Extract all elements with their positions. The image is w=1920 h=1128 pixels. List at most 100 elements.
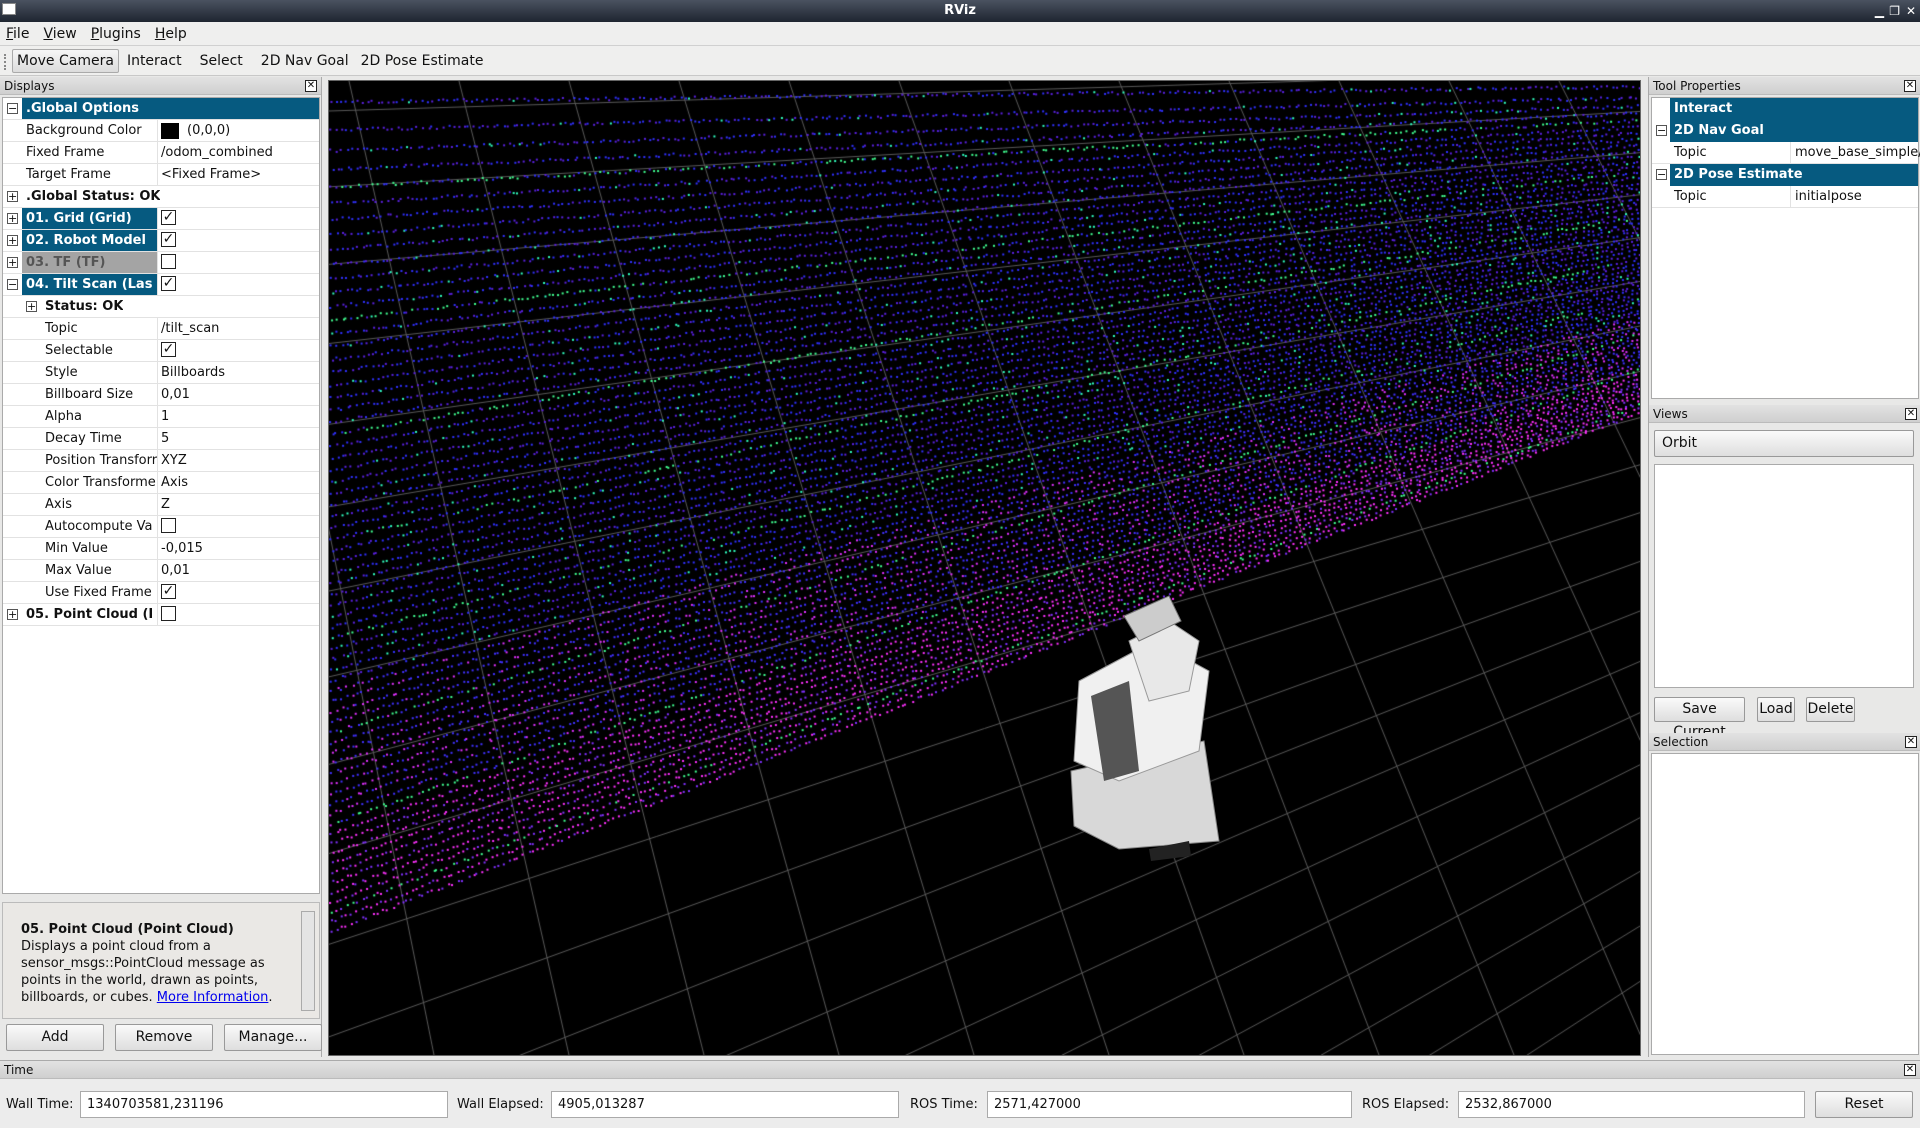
color-swatch[interactable]	[161, 123, 179, 139]
tool-row-nav-goal[interactable]: −2D Nav Goal	[1652, 120, 1918, 142]
collapse-icon[interactable]: −	[1656, 125, 1667, 136]
expand-icon[interactable]: +	[7, 191, 18, 202]
tree-row-property[interactable]: Use Fixed Frame ✓	[3, 582, 319, 604]
tool-2d-nav-goal[interactable]: 2D Nav Goal	[257, 50, 353, 72]
close-icon[interactable]: ✕	[1905, 408, 1917, 420]
wall-elapsed-field[interactable]: 4905,013287	[551, 1091, 899, 1118]
tree-row-grid[interactable]: +01. Grid (Grid) ✓	[3, 208, 319, 230]
tree-row-tilt-scan[interactable]: −04. Tilt Scan (Las ✓	[3, 274, 319, 296]
tree-row-property[interactable]: Autocompute Va	[3, 516, 319, 538]
property-value[interactable]: Axis	[157, 472, 320, 493]
fixed-frame-value[interactable]: /odom_combined	[157, 142, 320, 163]
close-icon[interactable]: ✕	[1904, 80, 1916, 92]
tree-row-property[interactable]: Max Value 0,01	[3, 560, 319, 582]
tree-row-property[interactable]: Min Value -0,015	[3, 538, 319, 560]
tree-row-fixed-frame[interactable]: Fixed Frame/odom_combined	[3, 142, 319, 164]
maximize-icon[interactable]: ❐	[1889, 0, 1900, 22]
tool-move-camera[interactable]: Move Camera	[12, 49, 119, 73]
collapse-icon[interactable]: −	[1656, 169, 1667, 180]
menu-view[interactable]: View	[43, 26, 76, 42]
tree-row-property[interactable]: Position Transforr XYZ	[3, 450, 319, 472]
close-icon[interactable]: ✕	[1906, 0, 1916, 22]
tool-2d-pose-estimate[interactable]: 2D Pose Estimate	[357, 50, 488, 72]
remove-button[interactable]: Remove	[115, 1024, 213, 1051]
tree-row-global-options[interactable]: − .Global Options	[3, 98, 319, 120]
tree-row-robot-model[interactable]: +02. Robot Model ✓	[3, 230, 319, 252]
tool-row-pose-estimate[interactable]: −2D Pose Estimate	[1652, 164, 1918, 186]
property-value[interactable]: 0,01	[157, 560, 320, 581]
target-frame-value[interactable]: <Fixed Frame>	[157, 164, 320, 185]
property-value[interactable]: Z	[157, 494, 320, 515]
nav-goal-topic-value[interactable]: move_base_simple/	[1790, 142, 1920, 164]
close-icon[interactable]: ✕	[1905, 736, 1917, 748]
tool-select[interactable]: Select	[196, 50, 247, 72]
property-value[interactable]: 0,01	[157, 384, 320, 405]
tree-row-global-status[interactable]: + .Global Status: OK	[3, 186, 319, 208]
tree-row-property[interactable]: Style Billboards	[3, 362, 319, 384]
ros-elapsed-field[interactable]: 2532,867000	[1458, 1091, 1805, 1118]
property-value[interactable]: -0,015	[157, 538, 320, 559]
tree-row-property[interactable]: Topic/tilt_scan	[3, 318, 319, 340]
enable-checkbox[interactable]: ✓	[161, 210, 176, 225]
property-value[interactable]: 1	[157, 406, 320, 427]
pose-estimate-topic-value[interactable]: initialpose	[1790, 186, 1862, 208]
tool-row-nav-topic[interactable]: Topic move_base_simple/	[1652, 142, 1918, 164]
property-checkbox[interactable]: ✓	[161, 342, 176, 357]
tool-row-pose-topic[interactable]: Topic initialpose	[1652, 186, 1918, 208]
reset-button[interactable]: Reset	[1815, 1091, 1913, 1118]
load-button[interactable]: Load	[1757, 697, 1795, 722]
expand-icon[interactable]: +	[7, 213, 18, 224]
tree-row-property[interactable]: Decay Time 5	[3, 428, 319, 450]
background-color-value[interactable]: (0,0,0)	[157, 120, 320, 141]
property-value[interactable]: ✓	[157, 582, 320, 603]
property-value[interactable]: ✓	[157, 340, 320, 361]
add-button[interactable]: Add	[6, 1024, 104, 1051]
tree-row-property[interactable]: Billboard Size 0,01	[3, 384, 319, 406]
expand-icon[interactable]: +	[7, 257, 18, 268]
tool-row-interact[interactable]: Interact	[1652, 98, 1918, 120]
more-information-link[interactable]: More Information	[157, 990, 269, 1005]
tree-row-point-cloud[interactable]: +05. Point Cloud (I	[3, 604, 319, 626]
property-value[interactable]: /tilt_scan	[157, 318, 320, 339]
property-checkbox[interactable]: ✓	[161, 584, 176, 599]
save-current-button[interactable]: Save Current	[1654, 697, 1745, 722]
property-value[interactable]: XYZ	[157, 450, 320, 471]
property-checkbox[interactable]	[161, 518, 176, 533]
tree-row-target-frame[interactable]: Target Frame <Fixed Frame>	[3, 164, 319, 186]
enable-checkbox[interactable]: ✓	[161, 276, 176, 291]
expand-icon[interactable]: +	[26, 301, 37, 312]
expand-icon[interactable]: +	[7, 235, 18, 246]
wall-time-field[interactable]: 1340703581,231196	[80, 1091, 448, 1118]
tree-row-background-color[interactable]: Background Color (0,0,0)	[3, 120, 319, 142]
close-icon[interactable]: ✕	[1904, 1064, 1916, 1076]
menu-help[interactable]: Help	[155, 26, 187, 42]
views-list[interactable]	[1654, 464, 1914, 688]
enable-checkbox[interactable]	[161, 254, 176, 269]
3d-view[interactable]	[328, 80, 1641, 1056]
description-scrollbar[interactable]	[301, 911, 315, 1011]
collapse-icon[interactable]: −	[7, 103, 18, 114]
manage-button[interactable]: Manage...	[224, 1024, 322, 1051]
enable-checkbox[interactable]: ✓	[161, 232, 176, 247]
minimize-icon[interactable]: ▁	[1875, 0, 1884, 22]
tree-row-tilt-status[interactable]: + Status: OK	[3, 296, 319, 318]
tree-row-property[interactable]: Axis Z	[3, 494, 319, 516]
tree-row-property[interactable]: Color Transforme Axis	[3, 472, 319, 494]
ros-time-field[interactable]: 2571,427000	[987, 1091, 1352, 1118]
close-icon[interactable]: ✕	[305, 80, 317, 92]
enable-checkbox[interactable]	[161, 606, 176, 621]
expand-icon[interactable]: +	[7, 609, 18, 620]
tool-interact[interactable]: Interact	[123, 50, 186, 72]
menu-file[interactable]: File	[6, 26, 29, 42]
toolbar-grip[interactable]	[4, 54, 6, 70]
tree-row-property[interactable]: Selectable ✓	[3, 340, 319, 362]
tree-row-tf[interactable]: +03. TF (TF)	[3, 252, 319, 274]
property-value[interactable]: 5	[157, 428, 320, 449]
property-value[interactable]	[157, 516, 320, 537]
property-value[interactable]: Billboards	[157, 362, 320, 383]
view-type-select[interactable]: Orbit	[1654, 430, 1914, 457]
collapse-icon[interactable]: −	[7, 279, 18, 290]
menu-plugins[interactable]: Plugins	[91, 26, 141, 42]
delete-button[interactable]: Delete	[1806, 697, 1855, 722]
tree-row-property[interactable]: Alpha 1	[3, 406, 319, 428]
